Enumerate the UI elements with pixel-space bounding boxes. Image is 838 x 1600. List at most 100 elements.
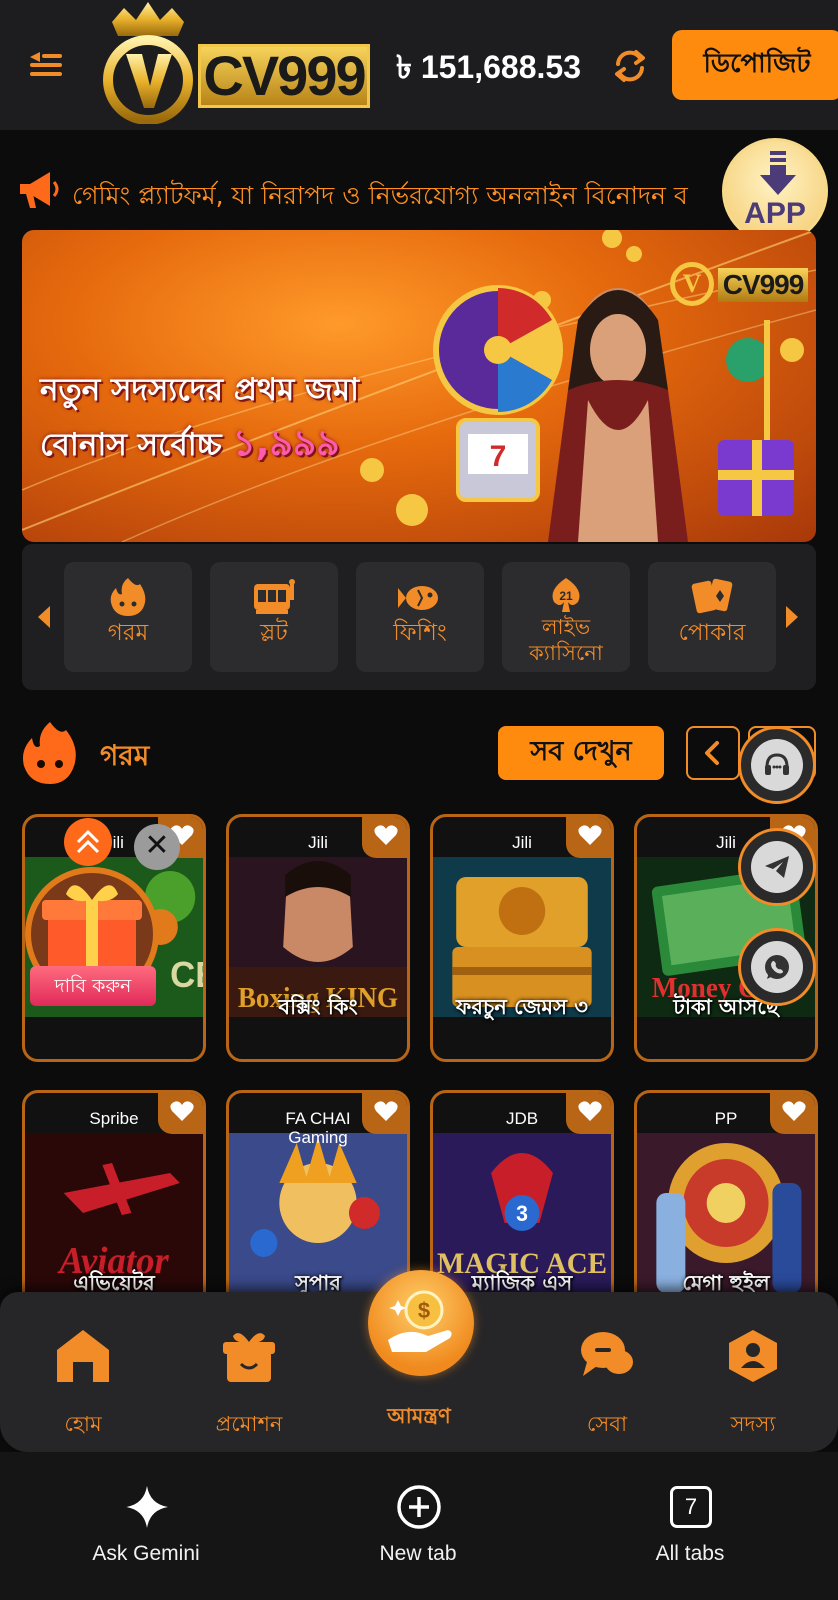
nav-label: সেবা	[586, 1412, 628, 1436]
heart-icon	[170, 1101, 194, 1121]
nav-member[interactable]: সদস্য	[688, 1328, 818, 1438]
home-icon	[57, 1330, 109, 1382]
live-casino-icon: 21	[552, 578, 580, 612]
gift-icon	[223, 1333, 275, 1382]
category-label: ফিশিং	[393, 620, 447, 646]
banner-v-emblem: V	[670, 262, 714, 306]
nav-home[interactable]: হোম	[18, 1328, 148, 1438]
svg-text:7: 7	[490, 440, 507, 473]
new-tab-button[interactable]: New tab	[308, 1484, 528, 1584]
brand-logo[interactable]: CV999	[98, 2, 376, 125]
nav-invite[interactable]: $	[368, 1270, 474, 1376]
app-label: APP	[744, 197, 806, 230]
new-tab-label: New tab	[379, 1542, 457, 1565]
heart-icon	[374, 825, 398, 845]
download-app-button[interactable]: APP	[722, 138, 828, 244]
customer-support-button[interactable]	[738, 726, 816, 804]
whatsapp-icon	[765, 955, 789, 979]
nav-invite-label: আমন্ত্রণ	[387, 1404, 451, 1428]
favorite-button[interactable]	[362, 1093, 407, 1134]
refresh-icon[interactable]	[610, 46, 650, 86]
heart-icon	[374, 1101, 398, 1121]
tab-count-icon: 7	[670, 1486, 712, 1528]
game-name: ফরচুন জেমস ৩	[456, 995, 588, 1019]
category-slot[interactable]: স্লট	[210, 562, 338, 672]
banner-bonus-text: বোনাস সর্বোচ্চ	[40, 427, 222, 463]
promo-banner[interactable]: নতুন সদস্যদের প্রথম জমা বোনাস সর্বোচ্চ ১…	[22, 230, 816, 542]
all-tabs-label: All tabs	[655, 1542, 725, 1565]
svg-text:CE: CE	[170, 954, 203, 995]
telegram-icon-bg	[751, 841, 803, 893]
banner-bonus-amount: ১,৯৯৯	[232, 423, 340, 464]
heart-icon	[578, 1101, 602, 1121]
svg-text:$: $	[418, 1298, 430, 1323]
cards-icon	[691, 578, 733, 614]
hot-games-header: গরম সব দেখুন	[0, 712, 838, 792]
favorite-button[interactable]	[770, 1093, 815, 1134]
all-tabs-button[interactable]: 7 All tabs	[580, 1484, 800, 1584]
games-prev-button[interactable]	[686, 726, 740, 780]
see-all-button[interactable]: সব দেখুন	[498, 726, 664, 780]
deposit-button[interactable]: ডিপোজিট	[672, 30, 838, 100]
section-title: গরম	[100, 739, 150, 772]
fish-icon	[398, 586, 438, 610]
category-live-casino[interactable]: 21 লাইভ ক্যাসিনো	[502, 562, 630, 672]
member-icon	[729, 1330, 777, 1382]
favorite-button[interactable]	[566, 817, 611, 858]
nav-promotion[interactable]: প্রমোশন	[184, 1328, 314, 1438]
heart-icon	[782, 1101, 806, 1121]
category-fishing[interactable]: ফিশিং	[356, 562, 484, 672]
nav-label: হোম	[64, 1412, 102, 1436]
ask-gemini-button[interactable]: Ask Gemini	[36, 1484, 256, 1584]
heart-icon	[578, 825, 602, 845]
scroll-up-button[interactable]	[64, 818, 112, 866]
close-popup-button[interactable]: ✕	[134, 824, 180, 870]
brand-wordmark: CV999	[198, 44, 370, 108]
nav-service[interactable]: সেবা	[542, 1328, 672, 1438]
svg-text:3: 3	[516, 1201, 528, 1226]
banner-brand-text: CV999	[718, 268, 808, 302]
hot-fire-icon	[23, 722, 76, 784]
announcement-text: গেমিং প্ল্যাটফর্ম, যা নিরাপদ ও নির্ভরযোগ…	[72, 181, 688, 210]
slot-machine-icon	[254, 579, 295, 614]
category-next-arrow-icon[interactable]	[784, 604, 800, 630]
banner-brand-logo: V CV999	[670, 252, 808, 306]
svg-text:21: 21	[559, 589, 573, 603]
chat-icon	[581, 1332, 633, 1376]
whatsapp-button[interactable]	[738, 928, 816, 1006]
double-chevron-up-icon	[76, 829, 100, 854]
claim-button[interactable]: দাবি করুন	[30, 966, 156, 1006]
category-label: পোকার	[678, 620, 746, 646]
game-card[interactable]: Boxing KING Jili বক্সিং কিং	[226, 814, 410, 1062]
game-name: বক্সিং কিং	[278, 995, 358, 1019]
game-card[interactable]: Jili ফরচুন জেমস ৩	[430, 814, 614, 1062]
menu-icon[interactable]	[26, 44, 66, 84]
banner-subline: বোনাস সর্বোচ্চ ১,৯৯৯	[40, 416, 340, 476]
favorite-button[interactable]	[158, 1093, 203, 1134]
category-label: স্লট	[260, 620, 288, 646]
nav-label: সদস্য	[730, 1412, 776, 1436]
invite-icon: $	[388, 1290, 452, 1352]
category-label: গরম	[107, 620, 149, 646]
headset-icon	[765, 753, 789, 775]
ask-gemini-label: Ask Gemini	[92, 1542, 200, 1565]
megaphone-icon	[20, 172, 59, 208]
fire-icon	[110, 578, 146, 616]
favorite-button[interactable]	[566, 1093, 611, 1134]
category-bar: গরম স্লট ফিশিং 21 লাইভ ক্যাসিনো পোকার	[22, 544, 816, 690]
gemini-sparkle-icon	[126, 1486, 168, 1528]
plus-circle-icon	[397, 1485, 441, 1529]
favorite-button[interactable]	[362, 817, 407, 858]
support-icon-bg	[751, 739, 803, 791]
nav-label: প্রমোশন	[215, 1412, 283, 1436]
wallet-balance: ৳ 151,688.53	[396, 49, 581, 85]
chevron-left-icon	[705, 741, 719, 765]
category-poker[interactable]: পোকার	[648, 562, 776, 672]
category-prev-arrow-icon[interactable]	[36, 604, 52, 630]
category-hot[interactable]: গরম	[64, 562, 192, 672]
category-label: লাইভ ক্যাসিনো	[529, 615, 603, 665]
top-header: CV999 ৳ 151,688.53 ডিপোজিট	[0, 0, 838, 130]
telegram-button[interactable]	[738, 828, 816, 906]
whatsapp-icon-bg	[751, 941, 803, 993]
download-arrow-icon	[760, 151, 796, 195]
